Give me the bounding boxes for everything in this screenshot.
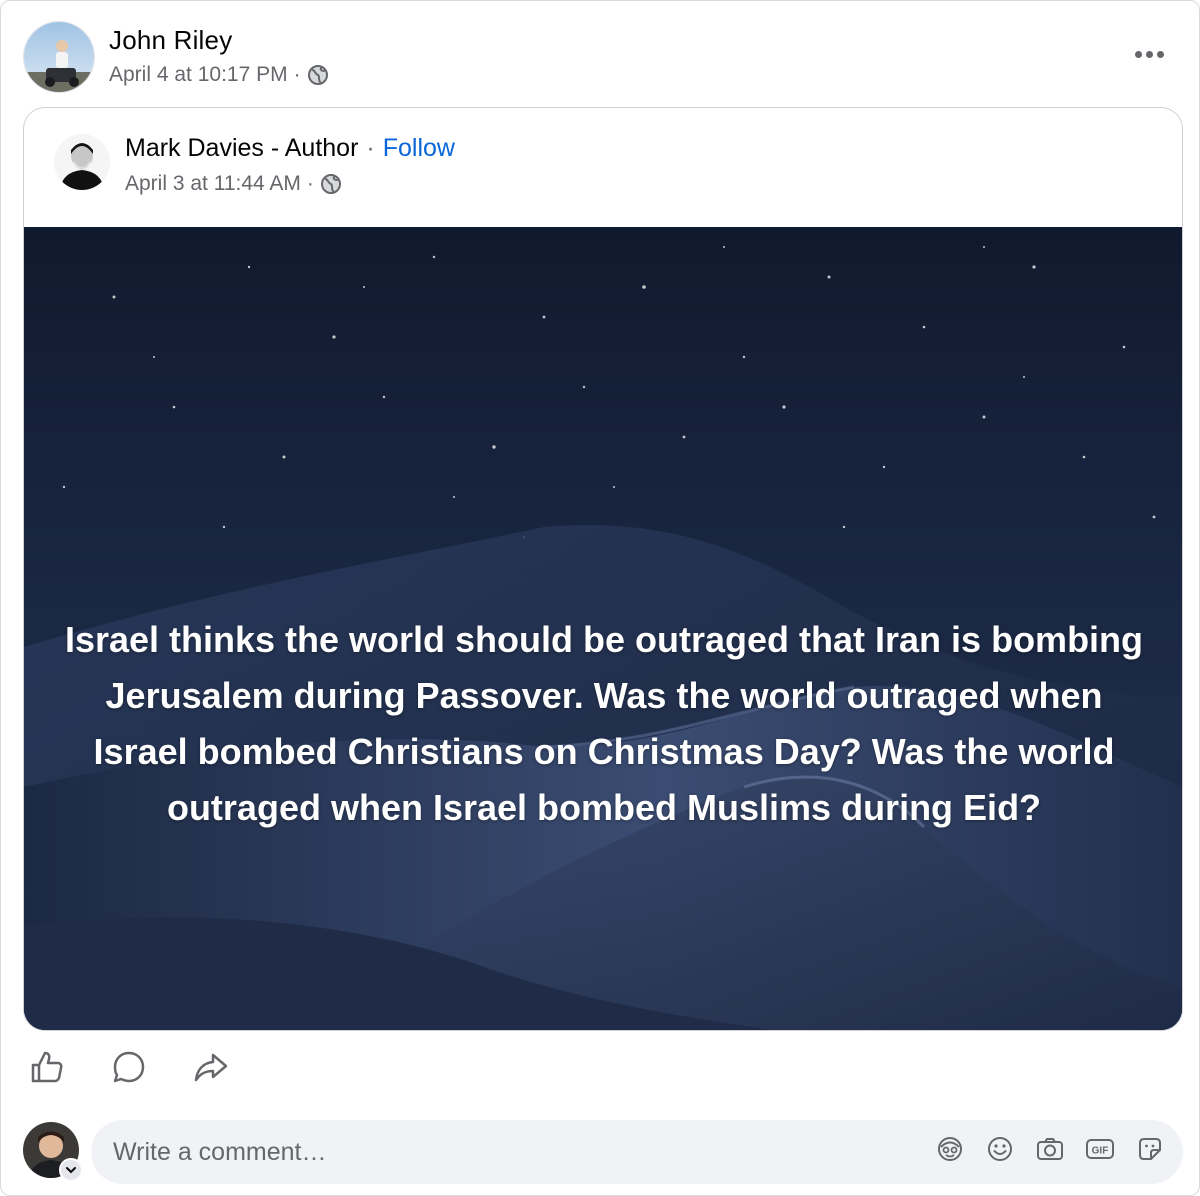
comment-icon	[113, 1051, 145, 1083]
comment-composer: GIF	[91, 1120, 1183, 1184]
author-avatar[interactable]	[23, 21, 95, 93]
post-meta: April 4 at 10:17 PM ·	[109, 63, 329, 87]
camera-icon[interactable]	[1035, 1134, 1065, 1164]
shared-post-meta: April 3 at 11:44 AM ·	[125, 172, 342, 196]
shared-timestamp[interactable]: April 3 at 11:44 AM	[125, 172, 301, 196]
shared-author-name[interactable]: Mark Davies - Author	[125, 134, 358, 163]
like-icon	[31, 1051, 63, 1083]
share-icon	[194, 1053, 228, 1082]
more-options-button[interactable]	[1129, 39, 1169, 69]
post-author-name[interactable]: John Riley	[109, 25, 232, 56]
like-button[interactable]	[27, 1047, 67, 1087]
post-image[interactable]: Israel thinks the world should be outrag…	[24, 227, 1182, 1030]
share-button[interactable]	[191, 1047, 231, 1087]
more-dot	[1156, 50, 1164, 58]
shared-author-avatar[interactable]	[54, 134, 110, 190]
comment-toolbar: GIF	[935, 1134, 1165, 1164]
globe-icon	[320, 173, 342, 195]
post-actions	[27, 1047, 231, 1087]
emoji-icon[interactable]	[985, 1134, 1015, 1164]
comment-input[interactable]	[113, 1120, 893, 1184]
globe-icon	[307, 64, 329, 86]
post-timestamp[interactable]: April 4 at 10:17 PM	[109, 63, 288, 87]
post-image-text: Israel thinks the world should be outrag…	[64, 619, 1144, 828]
name-separator: ·	[366, 134, 375, 162]
current-user-avatar[interactable]	[23, 1122, 83, 1182]
chevron-down-icon[interactable]	[59, 1158, 83, 1182]
more-horizontal-icon	[1134, 50, 1142, 58]
svg-text:GIF: GIF	[1092, 1146, 1109, 1157]
gif-icon[interactable]: GIF	[1085, 1134, 1115, 1164]
shared-post-card[interactable]: Mark Davies - Author · Follow April 3 at…	[23, 107, 1183, 1031]
follow-button[interactable]: Follow	[383, 134, 455, 163]
shared-meta-separator: ·	[306, 172, 314, 195]
shared-author-row: Mark Davies - Author · Follow	[125, 134, 455, 163]
comment-button[interactable]	[109, 1047, 149, 1087]
more-dot	[1145, 50, 1153, 58]
sticker-icon[interactable]	[1135, 1134, 1165, 1164]
meta-separator: ·	[293, 63, 301, 86]
post-container: John Riley April 4 at 10:17 PM · Mark Da…	[0, 0, 1200, 1196]
avatar-sticker-icon[interactable]	[935, 1134, 965, 1164]
